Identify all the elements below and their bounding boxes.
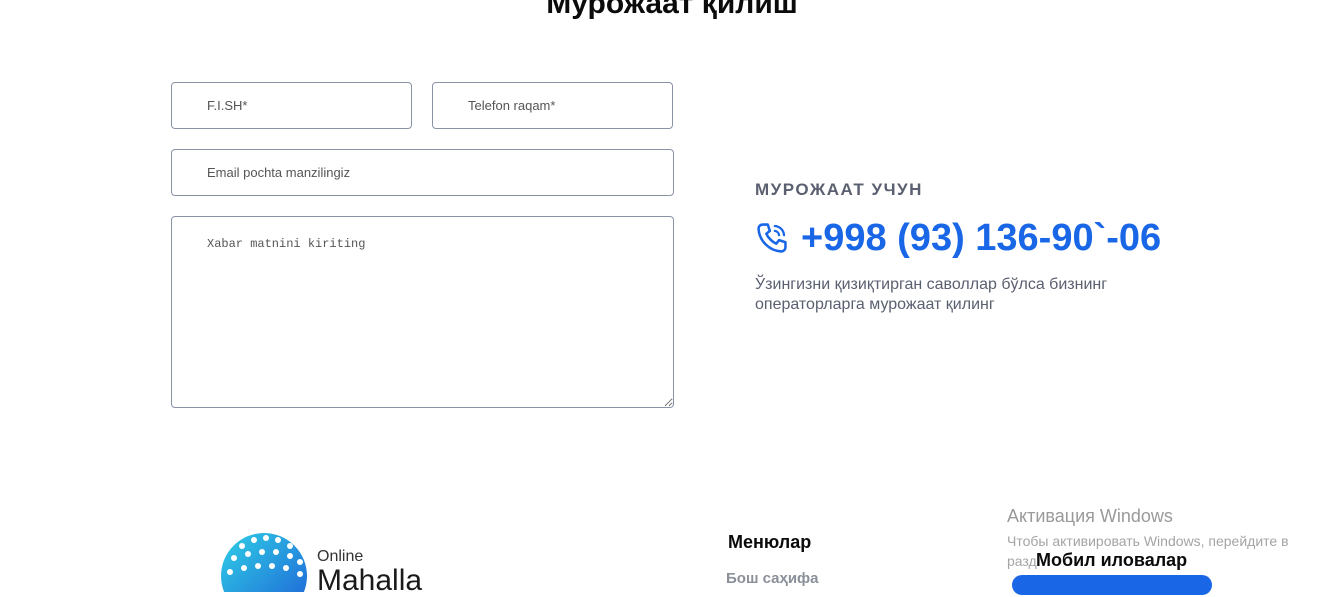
contact-description: Ўзингизни қизиқтирган саволлар бўлса биз… (755, 276, 1108, 313)
message-textarea[interactable] (171, 216, 674, 408)
windows-activation-text: Чтобы активировать Windows, перейдите в … (1007, 531, 1344, 571)
globe-logo-icon (221, 533, 307, 592)
fio-input[interactable] (171, 82, 412, 129)
contact-heading: МУРОЖААТ УЧУН (755, 180, 923, 199)
page-title: Мурожаат қилиш (546, 0, 798, 20)
phone-link[interactable]: +998 (93) 136-90`-06 (755, 216, 1161, 260)
phone-input[interactable] (432, 82, 673, 129)
windows-activation-title: Активация Windows (1007, 506, 1173, 526)
phone-number[interactable]: +998 (93) 136-90`-06 (801, 216, 1161, 260)
logo-mahalla-text: Mahalla (317, 564, 423, 597)
phone-icon (757, 223, 787, 253)
email-input[interactable] (171, 149, 674, 196)
footer-menu-title: Менюлар (728, 532, 812, 552)
app-store-button[interactable] (1012, 575, 1212, 595)
windows-activation-line-2: разд (1007, 553, 1037, 569)
windows-activation-line-1: Чтобы активировать Windows, перейдите в (1007, 533, 1289, 549)
